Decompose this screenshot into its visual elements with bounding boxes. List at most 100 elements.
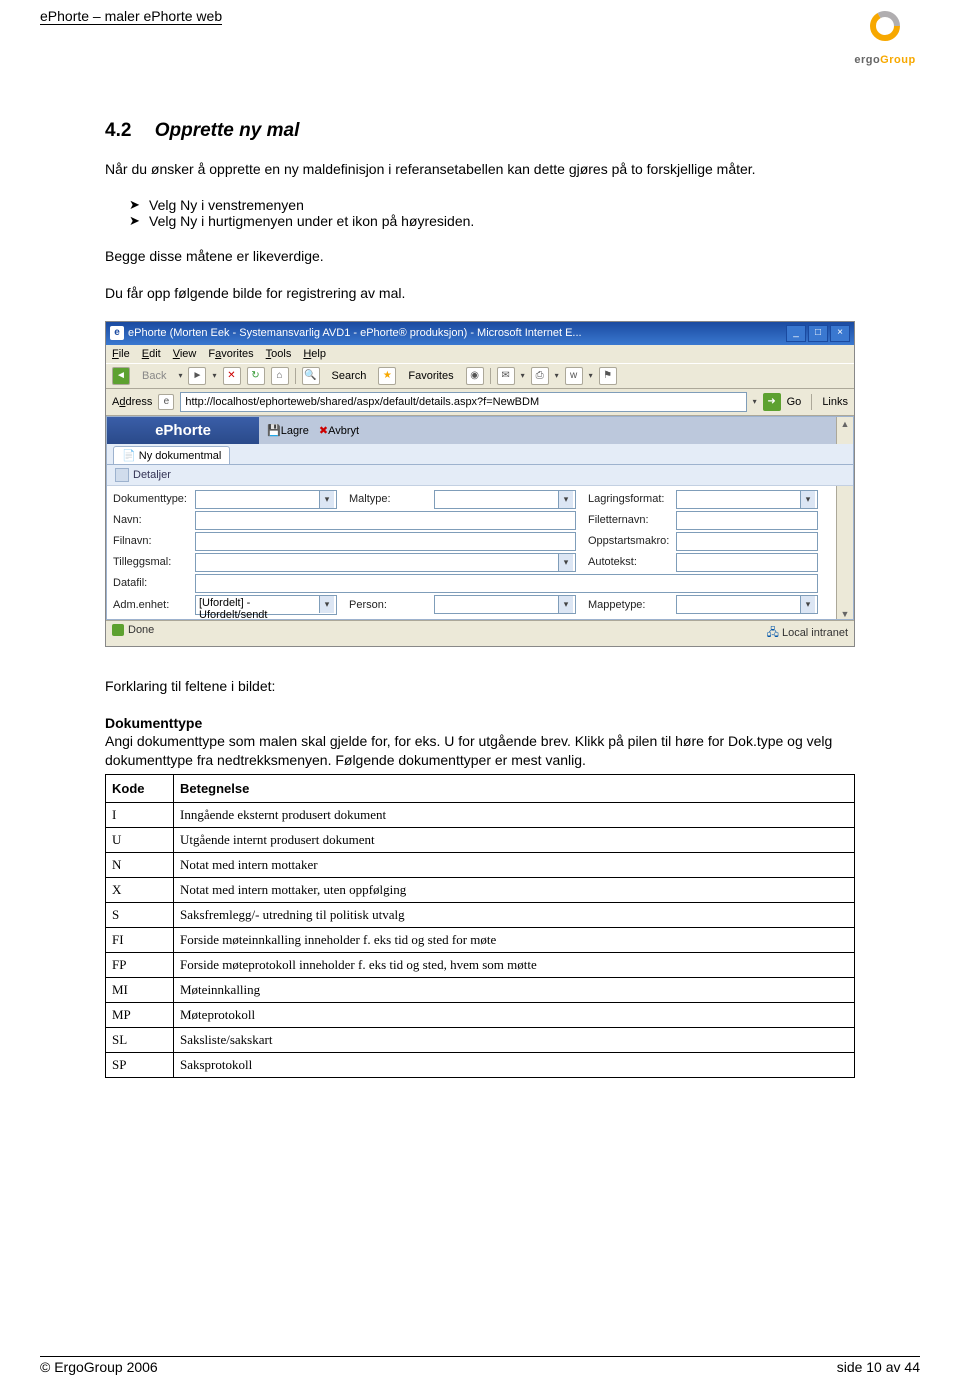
table-row: XNotat med intern mottaker, uten oppfølg… [106,878,855,903]
explain-lead: Forklaring til feltene i bildet: [105,677,855,696]
table-row: SLSaksliste/sakskart [106,1028,855,1053]
bullet-2: Velg Ny i hurtigmenyen under et ikon på … [129,213,855,229]
para-equal: Begge disse måtene er likeverdige. [105,247,855,266]
input-adm[interactable]: [Ufordelt] - Ufordelt/sendt [195,595,337,615]
cancel-button[interactable]: ✖Avbryt [319,424,359,437]
heading-title: Opprette ny mal [155,120,300,141]
doktype-heading: Dokumenttype [105,715,202,731]
input-tillegg[interactable] [195,553,576,572]
input-filnavn[interactable] [195,532,576,551]
refresh-icon[interactable]: ↻ [247,367,265,385]
back-icon[interactable]: ◄ [112,367,130,385]
cell-betegnelse: Møteinnkalling [174,978,855,1003]
scroll-up[interactable]: ▲ [836,417,853,444]
save-button[interactable]: 💾Lagre [267,424,309,437]
table-row: FIForside møteinnkalling inneholder f. e… [106,928,855,953]
table-row: MIMøteinnkalling [106,978,855,1003]
cell-kode: SL [106,1028,174,1053]
minimize-button[interactable]: _ [786,325,806,342]
links-label[interactable]: Links [822,396,848,408]
th-kode: Kode [106,775,174,803]
company-logo: ergoGroup [850,8,920,66]
search-icon[interactable]: 🔍 [302,367,320,385]
menu-edit[interactable]: Edit [142,348,161,360]
stop-icon[interactable]: ✕ [223,367,241,385]
done-icon [112,624,124,636]
media-icon[interactable]: ◉ [466,367,484,385]
go-label[interactable]: Go [787,396,802,408]
browser-toolbar: ◄ Back ▾ ► ▾ ✕ ↻ ⌂ 🔍 Search ★ Favorites … [106,363,854,389]
cell-kode: SP [106,1053,174,1078]
doc-header-title: ePhorte – maler ePhorte web [40,8,222,25]
cell-betegnelse: Saksfremlegg/- utredning til politisk ut… [174,903,855,928]
bullet-1: Velg Ny i venstremenyen [129,197,855,213]
table-row: NNotat med intern mottaker [106,853,855,878]
embedded-screenshot: e ePhorte (Morten Eek - Systemansvarlig … [105,321,855,647]
input-filetter[interactable] [676,511,818,530]
input-lagring[interactable] [676,490,818,509]
input-maltype[interactable] [434,490,576,509]
cell-kode: U [106,828,174,853]
cell-betegnelse: Møteprotokoll [174,1003,855,1028]
cell-betegnelse: Inngående eksternt produsert dokument [174,803,855,828]
address-bar: Address e ▾ ➜ Go Links [106,389,854,416]
tab-new-template[interactable]: 📄 Ny dokumentmal [113,446,230,464]
cell-betegnelse: Forside møteinnkalling inneholder f. eks… [174,928,855,953]
label-tillegg: Tilleggsmal: [113,556,195,568]
cell-betegnelse: Notat med intern mottaker [174,853,855,878]
menu-fav[interactable]: Favorites [208,348,253,360]
menu-help[interactable]: Help [303,348,326,360]
cell-kode: X [106,878,174,903]
collapse-icon[interactable] [115,468,129,482]
intro-para: Når du ønsker å opprette en ny maldefini… [105,160,855,179]
cell-kode: MI [106,978,174,1003]
home-icon[interactable]: ⌂ [271,367,289,385]
menu-view[interactable]: View [173,348,197,360]
label-person: Person: [349,599,434,611]
input-doktype[interactable] [195,490,337,509]
maximize-button[interactable]: □ [808,325,828,342]
go-button[interactable]: ➜ [763,393,781,411]
forward-icon[interactable]: ► [188,367,206,385]
para-image: Du får opp følgende bilde for registreri… [105,284,855,303]
input-autotekst[interactable] [676,553,818,572]
back-button[interactable]: Back [136,369,172,383]
table-row: FPForside møteprotokoll inneholder f. ek… [106,953,855,978]
label-filnavn: Filnavn: [113,535,195,547]
discuss-icon[interactable]: ⚑ [599,367,617,385]
edit-icon[interactable]: w [565,367,583,385]
address-input[interactable] [180,392,746,412]
heading-num: 4.2 [105,120,131,142]
window-title: ePhorte (Morten Eek - Systemansvarlig AV… [128,327,582,339]
status-intranet: Local intranet [782,627,848,639]
search-button[interactable]: Search [326,369,373,383]
input-mappetype[interactable] [676,595,818,614]
cell-kode: FP [106,953,174,978]
input-person[interactable] [434,595,576,614]
table-row: MPMøteprotokoll [106,1003,855,1028]
ergo-logo-icon [863,8,907,52]
print-icon[interactable]: ⎙ [531,367,549,385]
vertical-scrollbar[interactable]: ▼ [836,486,853,619]
codes-table: Kode Betegnelse IInngående eksternt prod… [105,774,855,1078]
favorites-icon[interactable]: ★ [378,367,396,385]
close-button[interactable]: × [830,325,850,342]
status-bar: Done 🖧 Local intranet [106,620,854,646]
label-doktype: Dokumenttype: [113,493,195,505]
status-done: Done [128,624,154,636]
save-icon: 💾 [267,425,281,437]
logo-text-1: ergo [854,54,880,66]
input-navn[interactable] [195,511,576,530]
input-datafil[interactable] [195,574,818,593]
logo-text-2: Group [880,54,916,66]
input-oppstart[interactable] [676,532,818,551]
favorites-button[interactable]: Favorites [402,369,459,383]
label-oppstart: Oppstartsmakro: [588,535,676,547]
menu-file[interactable]: File [112,348,130,360]
label-maltype: Maltype: [349,493,434,505]
form-grid: Dokumenttype: Maltype: Lagringsformat: N… [107,486,836,619]
menu-bar: File Edit View Favorites Tools Help [106,345,854,363]
mail-icon[interactable]: ✉ [497,367,515,385]
th-bet: Betegnelse [174,775,855,803]
menu-tools[interactable]: Tools [266,348,292,360]
